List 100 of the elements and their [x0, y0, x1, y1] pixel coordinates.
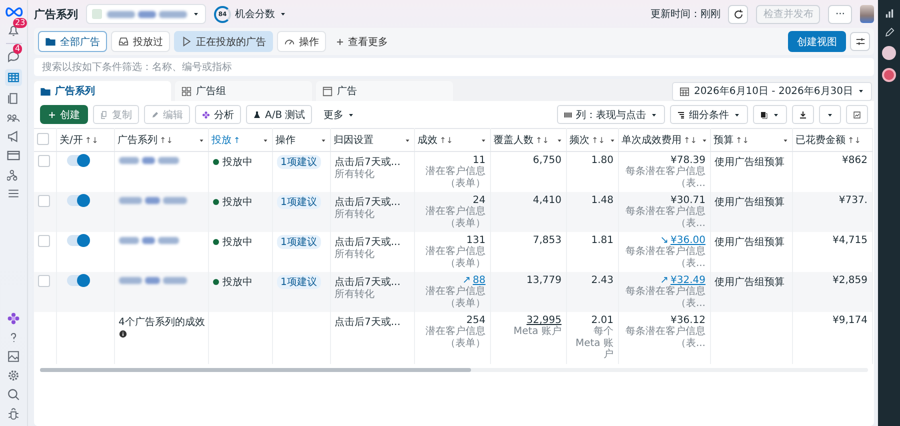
bell-icon[interactable] — [7, 24, 20, 37]
toggle-switch[interactable] — [66, 275, 88, 286]
flower-icon — [202, 110, 210, 118]
horizontal-scrollbar[interactable] — [40, 368, 868, 372]
toolbar-button[interactable]: A/B 测试 — [246, 105, 312, 124]
info-icon[interactable] — [118, 330, 126, 338]
refresh-icon — [732, 8, 744, 20]
filter-settings-button[interactable] — [850, 32, 870, 51]
select-all-checkbox[interactable] — [37, 132, 49, 144]
attribution-setting: 点击后7天或... — [334, 316, 402, 329]
caret-icon — [198, 136, 204, 144]
account-selector[interactable] — [86, 4, 206, 24]
update-time: 更新时间：刚刚 — [650, 8, 720, 21]
credit-card-icon[interactable] — [7, 149, 20, 162]
cost-per-result-type: 每条潜在客户信息（表... — [624, 326, 706, 349]
more-button[interactable]: ··· — [828, 4, 852, 24]
reach-value: 13,779 — [526, 275, 562, 286]
results-value: 11 — [472, 155, 486, 166]
grid-icon — [181, 86, 192, 96]
toggle-switch[interactable] — [66, 195, 88, 206]
filter-tab[interactable]: 投放过 — [111, 31, 170, 52]
cost-per-result[interactable]: ¥36.00 — [670, 235, 706, 246]
caret-icon — [279, 10, 287, 18]
plus-icon — [336, 38, 344, 46]
folder-icon — [45, 36, 56, 47]
row-checkbox[interactable] — [38, 235, 50, 247]
search-icon[interactable] — [7, 388, 20, 401]
row-checkbox[interactable] — [38, 155, 50, 167]
table-icon[interactable] — [5, 69, 22, 86]
cost-per-result-type: 每条潜在客户信息（表... — [624, 246, 706, 269]
level-tab[interactable]: 广告系列 — [34, 81, 171, 101]
pencil-icon[interactable] — [884, 27, 894, 38]
toolbar-button[interactable]: 分析 — [195, 105, 241, 124]
filter-tab[interactable]: 正在投放的广告 — [174, 31, 273, 52]
level-tab[interactable]: 广告组 — [175, 81, 312, 101]
recommendation-badge[interactable]: 1项建议 — [276, 195, 321, 209]
columns-dropdown[interactable]: 列：表现与点击 — [557, 105, 665, 124]
pencil-icon — [151, 110, 159, 118]
toggle-switch[interactable] — [66, 235, 88, 246]
results-type: 潜在客户信息（表单） — [424, 326, 486, 349]
plus-icon — [48, 110, 56, 118]
bug-icon[interactable] — [7, 407, 20, 420]
download-icon — [799, 110, 807, 118]
toggle-switch[interactable] — [66, 155, 88, 166]
cost-per-result: ¥78.39 — [670, 155, 706, 166]
delivery-status: 投放中 — [212, 275, 268, 289]
create-view-button[interactable]: 创建视图 — [788, 31, 846, 52]
megaphone-icon[interactable] — [7, 130, 20, 143]
recommendation-badge[interactable]: 1项建议 — [276, 235, 321, 249]
cost-per-result-type: 每条潜在客户信息（表... — [624, 286, 706, 309]
avatar[interactable] — [860, 5, 874, 23]
more-filters-button[interactable]: 查看更多 — [330, 31, 394, 52]
settings-icon[interactable] — [7, 369, 20, 382]
refresh-button[interactable] — [728, 4, 748, 24]
caret-icon — [782, 136, 788, 144]
level-tab[interactable]: 广告 — [316, 81, 453, 101]
attribution-setting: 点击后7天或... — [334, 236, 402, 248]
results-value[interactable]: 88 — [472, 275, 486, 286]
results-type: 潜在客户信息（表单） — [424, 286, 486, 309]
trend-icon: ↘ — [660, 235, 668, 246]
frequency-value: 1.81 — [590, 235, 614, 246]
delivery-status: 投放中 — [212, 235, 268, 249]
blurred-name — [118, 156, 178, 164]
attribution-detail: 所有转化 — [334, 209, 376, 220]
recommendation-badge[interactable]: 1项建议 — [276, 155, 321, 169]
infinity-logo-icon[interactable] — [4, 6, 22, 18]
cost-per-result: ¥30.71 — [670, 195, 706, 206]
attribution-detail: 所有转化 — [334, 289, 376, 300]
network-icon[interactable] — [7, 168, 20, 181]
recommendation-badge[interactable]: 1项建议 — [276, 275, 321, 289]
frequency-unit: 每个 Meta 账户 — [574, 326, 614, 360]
results-value: 131 — [466, 235, 486, 246]
results-type: 潜在客户信息（表单） — [424, 166, 486, 189]
folder-icon — [40, 86, 51, 96]
create-button[interactable]: 创建 — [40, 105, 88, 124]
results-type: 潜在客户信息（表单） — [424, 206, 486, 229]
app-icon[interactable] — [882, 46, 896, 60]
cost-per-result[interactable]: ¥32.49 — [670, 275, 706, 286]
amount-spent: ¥862 — [841, 155, 868, 166]
filter-tab[interactable]: 全部广告 — [38, 31, 107, 52]
reports-dropdown[interactable] — [753, 105, 787, 124]
filter-tab[interactable]: 操作 — [277, 31, 326, 52]
chat-icon[interactable] — [7, 50, 20, 63]
row-checkbox[interactable] — [38, 275, 50, 287]
menu-icon[interactable] — [7, 187, 20, 200]
pages-icon[interactable] — [7, 92, 20, 105]
attribution-setting: 点击后7天或... — [334, 276, 402, 288]
attribution-setting: 点击后7天或... — [334, 196, 402, 208]
amount-spent: ¥9,174 — [832, 315, 868, 326]
search-field[interactable]: 搜索以按如下条件筛选：名称、编号或指标 — [34, 58, 874, 76]
image-icon[interactable] — [7, 350, 20, 363]
budget-value: 使用广告组预算 — [714, 196, 786, 209]
row-checkbox[interactable] — [38, 195, 50, 207]
chart-button[interactable] — [846, 105, 868, 124]
export-button[interactable] — [792, 105, 814, 124]
app-icon[interactable] — [882, 68, 896, 82]
breakdown-dropdown[interactable]: 细分条件 — [670, 105, 748, 124]
bar-chart-icon[interactable] — [884, 8, 894, 19]
reach-value: 4,410 — [532, 195, 562, 206]
date-range-picker[interactable]: 2026年6月10日 - 2026年6月30日 — [672, 82, 872, 100]
